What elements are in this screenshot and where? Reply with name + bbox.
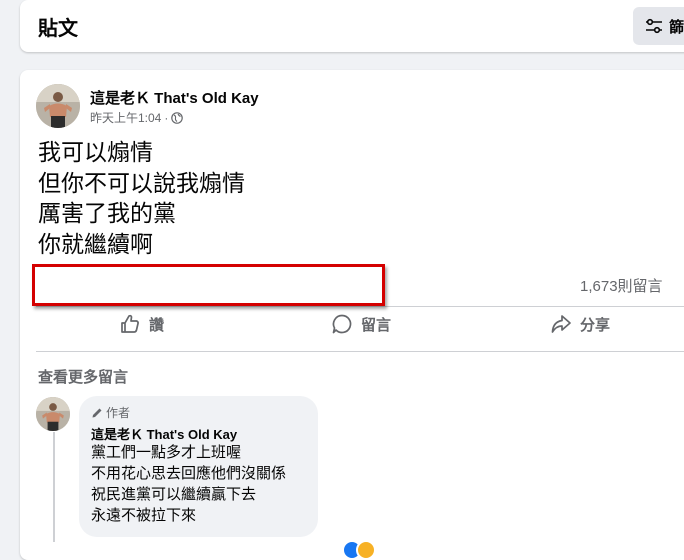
- like-label: 讚: [149, 316, 165, 334]
- share-button[interactable]: 分享: [550, 313, 610, 335]
- post-timestamp[interactable]: 昨天上午1:04: [90, 109, 161, 126]
- comment-body-line: 黨工們一點多才上班喔: [91, 443, 242, 461]
- post-body-line: 你就繼續啊: [38, 231, 153, 258]
- comment-body-line: 祝民進黨可以繼續贏下去: [91, 485, 257, 503]
- speech-bubble-icon: [332, 314, 352, 334]
- like-button[interactable]: 讚: [119, 313, 164, 335]
- reply-thread-line: [53, 432, 55, 542]
- globe-icon[interactable]: [171, 111, 184, 124]
- post-body-line: 但你不可以說我煽情: [38, 170, 245, 197]
- divider: [36, 306, 684, 307]
- divider: [36, 351, 684, 352]
- comment-count[interactable]: 1,673則留言: [580, 275, 663, 296]
- post-body: 我可以煽情 但你不可以說我煽情 厲害了我的黨 你就繼續啊: [38, 138, 245, 260]
- author-badge-label: 作者: [106, 406, 131, 420]
- comment-reactions[interactable]: [342, 540, 376, 560]
- pencil-icon: [92, 408, 102, 417]
- share-label: 分享: [580, 316, 611, 334]
- filter-icon: [646, 18, 662, 34]
- author-badge: 作者: [91, 404, 130, 421]
- post-body-line: 我可以煽情: [38, 140, 153, 166]
- thumbs-up-icon: [121, 314, 139, 333]
- posts-header-card: 貼文 篩選: [20, 0, 684, 52]
- comment-avatar[interactable]: [36, 397, 70, 431]
- post-body-line: 厲害了我的黨: [38, 201, 176, 227]
- comment-button[interactable]: 留言: [331, 313, 391, 335]
- avatar[interactable]: [36, 84, 80, 128]
- comment-body: 黨工們一點多才上班喔 不用花心思去回應他們沒關係 祝民進黨可以繼續贏下去 永遠不…: [91, 442, 286, 526]
- comment-label: 留言: [361, 316, 392, 334]
- comment-body-line: 永遠不被拉下來: [91, 506, 197, 524]
- haha-reaction-icon: [356, 540, 376, 560]
- comment-bubble: 作者 這是老Ｋ That's Old Kay 黨工們一點多才上班喔 不用花心思去…: [79, 396, 318, 537]
- comment-body-line: 不用花心思去回應他們沒關係: [91, 464, 287, 482]
- meta-separator: ·: [164, 110, 169, 125]
- filter-button[interactable]: 篩選: [633, 7, 684, 45]
- page-title: 貼文: [38, 18, 78, 40]
- filter-label: 篩選: [669, 18, 684, 36]
- share-arrow-icon: [551, 315, 571, 333]
- post-author-name[interactable]: 這是老Ｋ That's Old Kay: [90, 87, 259, 108]
- post-card: 這是老Ｋ That's Old Kay 昨天上午1:04 · 我可以煽情 但你不…: [20, 70, 684, 560]
- post-meta: 昨天上午1:04 ·: [90, 109, 184, 126]
- avatar-image: [36, 397, 70, 431]
- avatar-image: [36, 84, 80, 128]
- comment-author-name[interactable]: 這是老Ｋ That's Old Kay: [91, 424, 237, 443]
- highlight-box: [32, 264, 385, 306]
- view-more-comments-link[interactable]: 查看更多留言: [38, 366, 128, 387]
